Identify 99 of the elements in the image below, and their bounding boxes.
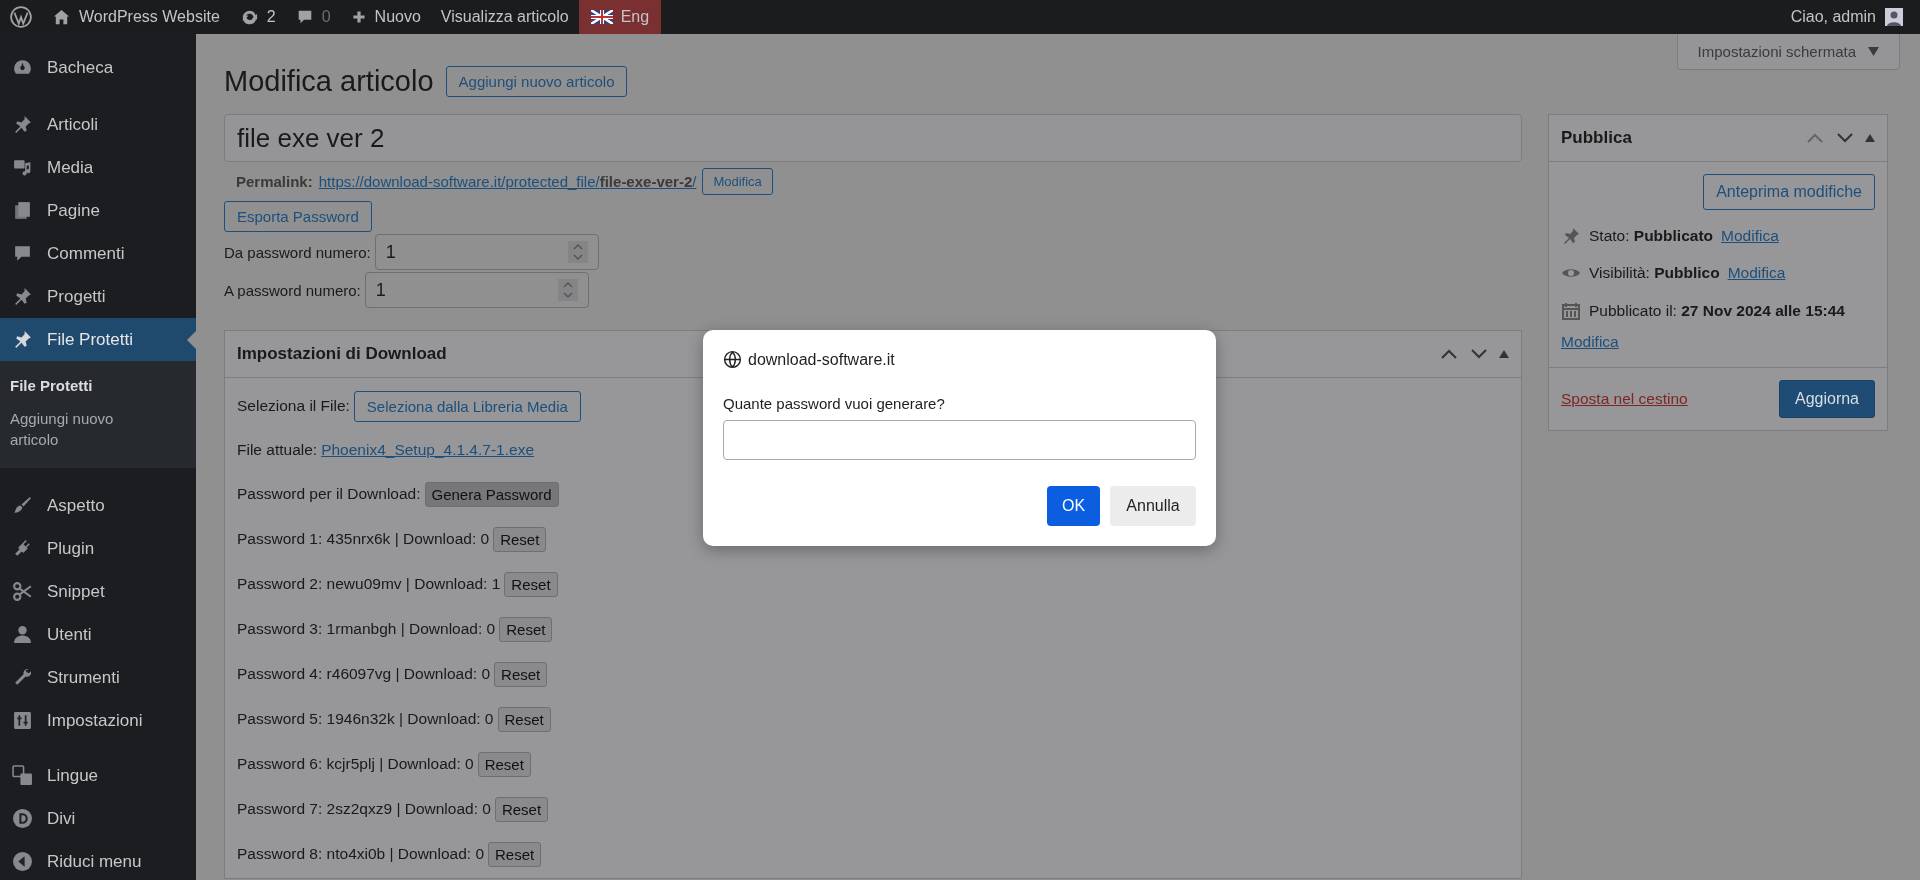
home-icon (52, 7, 71, 27)
plug-icon (12, 538, 33, 559)
preview-button[interactable]: Anteprima modifiche (1703, 174, 1875, 210)
flag-icon (590, 10, 613, 24)
number-field[interactable]: 1 (374, 234, 599, 270)
file-link[interactable]: Phoenix4_Setup_4.1.4.7-1.exe (321, 441, 534, 459)
field-label: File attuale: (237, 441, 318, 459)
scissors-icon (12, 581, 33, 602)
media-icon (12, 157, 33, 178)
update-button[interactable]: Aggiorna (1778, 380, 1875, 418)
avatar-icon (1884, 7, 1904, 27)
spinner-arrows-icon (567, 241, 588, 263)
updates-link[interactable]: 2 (229, 0, 286, 34)
edit-link[interactable]: Modifica (1727, 261, 1786, 285)
sidebar-menu-item[interactable]: Media (0, 146, 196, 189)
edit-link[interactable]: Modifica (1721, 224, 1779, 248)
view-post-link[interactable]: Visualizza articolo (430, 0, 579, 34)
paintbrush-icon (12, 495, 33, 516)
sidebar-menu-item[interactable]: Articoli (0, 103, 196, 146)
reset-button[interactable]: Reset (488, 841, 542, 867)
dialog-message: Quante password vuoi generare? (723, 395, 946, 412)
speech-bubble-icon (12, 243, 33, 264)
edit-link[interactable]: Modifica (1561, 329, 1619, 353)
submenu-item[interactable]: File Protetti (0, 369, 196, 402)
wrench-icon (12, 667, 33, 688)
triangle-up-icon (1499, 350, 1509, 358)
reset-button[interactable]: Reset (499, 616, 553, 642)
screen-options-button[interactable]: Impostazioni schermata (1676, 34, 1900, 70)
password-entry: Password 5: 1946n32k | Download: 0 (237, 710, 494, 728)
sidebar-menu-item[interactable]: Utenti (0, 613, 196, 656)
caret-down-icon (1868, 47, 1879, 56)
reset-button[interactable]: Reset (504, 571, 558, 597)
new-link[interactable]: Nuovo (340, 0, 431, 34)
permalink-label: Permalink: (236, 173, 313, 190)
password-entry: Password 3: 1rmanbgh | Download: 0 (237, 620, 496, 638)
publish-info-text: Pubblicato il: 27 Nov 2024 alle 15:44 (1589, 300, 1845, 321)
calendar-icon (1561, 300, 1581, 321)
site-name-link[interactable]: WordPress Website (42, 0, 230, 34)
plus-icon (350, 9, 367, 25)
sidebar-menu-item[interactable]: Bacheca (0, 46, 196, 89)
page-heading: Modifica articolo (224, 64, 434, 98)
sidebar-menu-item[interactable]: Aspetto (0, 484, 196, 527)
sidebar-menu-item[interactable]: Divi (0, 797, 196, 840)
panel-title: Impostazioni di Download (237, 344, 447, 364)
comments-link[interactable]: 0 (285, 0, 341, 34)
generate-password-button[interactable]: Genera Password (424, 481, 559, 507)
field-label: Da password numero: (224, 243, 371, 261)
sidebar-menu-item[interactable]: Strumenti (0, 656, 196, 699)
publish-info-text: Visibilità: Pubblico (1589, 263, 1720, 284)
dialog-origin: download-software.it (748, 350, 895, 369)
sidebar-menu-item[interactable]: Progetti (0, 275, 196, 318)
select-media-button[interactable]: Seleziona dalla Libreria Media (353, 390, 581, 422)
submenu-item[interactable]: Aggiungi nuovo articolo (0, 402, 196, 456)
globe-icon (723, 350, 742, 369)
field-label: Seleziona il File: (237, 397, 350, 415)
permalink-link[interactable]: https://download-software.it/protected_file/file-exe-ver-2/ (318, 173, 697, 190)
collapse-icon (12, 851, 33, 872)
password-entry: Password 4: r46097vg | Download: 0 (237, 665, 491, 683)
language-switcher[interactable]: Eng (578, 0, 662, 34)
sidebar-menu-item[interactable]: Pagine (0, 189, 196, 232)
translate-icon (12, 765, 33, 786)
sidebar-menu-item[interactable]: File Protetti (0, 318, 196, 361)
field-label: Password per il Download: (237, 485, 421, 503)
pages-icon (12, 200, 33, 221)
reset-button[interactable]: Reset (477, 751, 531, 777)
title-field[interactable]: file exe ver 2 (224, 114, 1522, 162)
spinner-arrows-icon (557, 279, 578, 301)
sidebar-menu-item[interactable]: Snippet (0, 570, 196, 613)
wordpress-logo-icon (10, 6, 32, 28)
reset-button[interactable]: Reset (494, 661, 548, 687)
sidebar-menu-item[interactable]: Impostazioni (0, 699, 196, 742)
password-entry: Password 8: nto4xi0b | Download: 0 (237, 845, 484, 863)
password-entry: Password 2: newu09mv | Download: 1 (237, 575, 501, 593)
password-entry: Password 7: 2sz2qxz9 | Download: 0 (237, 800, 491, 818)
field-label: A password numero: (224, 281, 361, 299)
publish-info-text: Stato: Pubblicato (1589, 226, 1714, 246)
input-field[interactable] (723, 420, 1196, 460)
divi-logo-icon (12, 808, 33, 829)
sidebar-menu-item[interactable]: Commenti (0, 232, 196, 275)
pushpin-icon (12, 114, 33, 135)
person-icon (12, 624, 33, 645)
password-entry: Password 1: 435nrx6k | Download: 0 (237, 530, 490, 548)
password-entry: Password 6: kcjr5plj | Download: 0 (237, 755, 474, 773)
trash-link[interactable]: Sposta nel cestino (1561, 390, 1688, 408)
pushpin-icon (12, 286, 33, 307)
reset-button[interactable]: Reset (493, 526, 547, 552)
panel-title: Pubblica (1561, 128, 1632, 148)
sidebar-menu-item[interactable]: Plugin (0, 527, 196, 570)
number-field[interactable]: 1 (364, 272, 589, 308)
sliders-icon (12, 710, 33, 731)
ok-button[interactable]: OK (1047, 486, 1100, 526)
reset-button[interactable]: Reset (494, 796, 549, 822)
account-link[interactable]: Ciao, admin (1780, 0, 1914, 34)
sidebar-menu-item[interactable]: Lingue (0, 754, 196, 797)
reset-button[interactable]: Reset (497, 706, 551, 732)
pushpin-icon (12, 329, 33, 350)
sidebar-menu-item[interactable]: Riduci menu (0, 840, 196, 880)
triangle-up-icon (1865, 134, 1875, 142)
cancel-button[interactable]: Annulla (1110, 486, 1196, 526)
